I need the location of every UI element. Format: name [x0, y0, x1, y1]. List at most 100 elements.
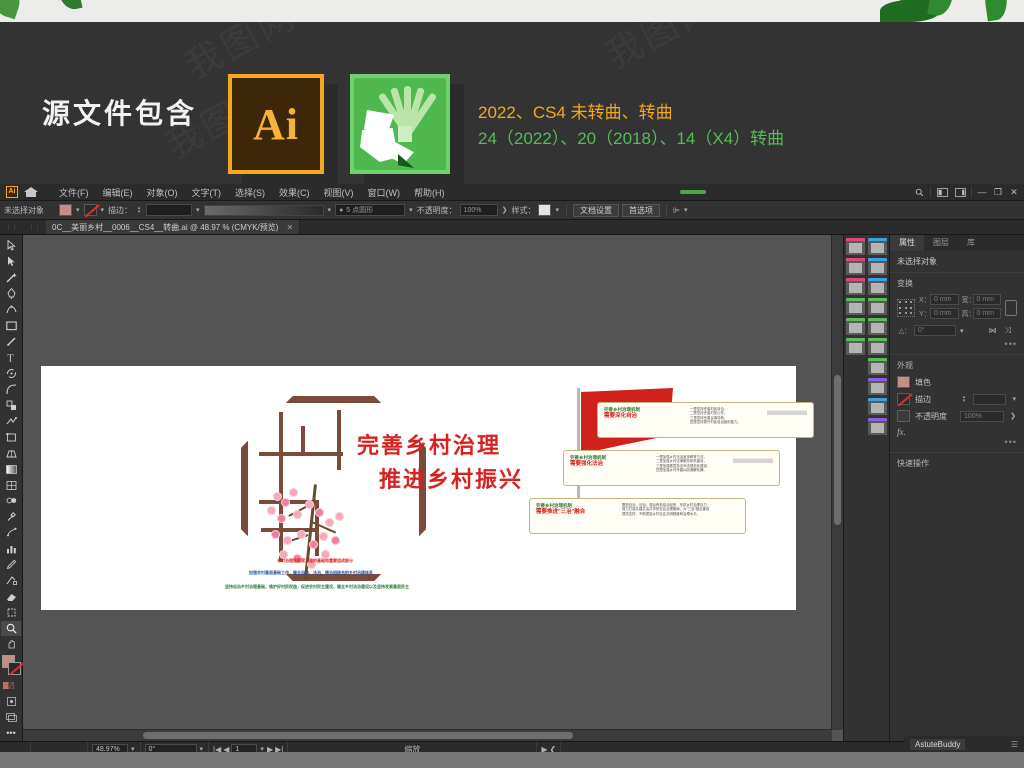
perspective-grid-tool[interactable] — [1, 445, 21, 461]
arc-tool[interactable] — [1, 381, 21, 397]
width-input[interactable]: 0 mm — [972, 294, 1001, 305]
brush-definition-select[interactable]: ● 5 点圆形 — [335, 204, 406, 216]
opacity-flyout-icon[interactable]: ❯ — [501, 206, 509, 214]
stroke-weight-input[interactable] — [146, 204, 193, 216]
rectangle-tool[interactable] — [1, 318, 21, 334]
brush-libraries-panel-icon[interactable] — [867, 398, 887, 415]
scrollbar-thumb[interactable] — [834, 375, 841, 525]
x-input[interactable]: 0 mm — [930, 294, 959, 305]
column-graph-tool[interactable] — [1, 541, 21, 557]
opacity-flyout-icon[interactable]: ❯ — [1009, 412, 1017, 420]
screen-mode-icon[interactable] — [1, 709, 21, 725]
chevron-down-icon[interactable]: ▾ — [554, 206, 560, 214]
menu-item-select[interactable]: 选择(S) — [228, 186, 272, 199]
chevron-down-icon[interactable]: ▾ — [1011, 395, 1017, 403]
brushes-panel-icon[interactable] — [845, 238, 865, 255]
image-trace-panel-icon[interactable] — [845, 258, 865, 275]
color-mode-icons[interactable] — [1, 677, 21, 693]
pencil-panel-icon[interactable] — [867, 278, 887, 295]
menu-item-effect[interactable]: 效果(C) — [272, 186, 317, 199]
chevron-down-icon[interactable]: ▾ — [100, 206, 106, 214]
toolbar-more-icon[interactable]: ••• — [1, 725, 21, 741]
stroke-color-swatch[interactable] — [8, 662, 21, 676]
flip-vertical-icon[interactable]: ⤨ — [1005, 326, 1011, 336]
selection-tool[interactable] — [1, 238, 21, 254]
chevron-down-icon[interactable]: ▾ — [327, 206, 333, 214]
link-proportions-icon[interactable] — [1005, 300, 1017, 316]
eraser-tool[interactable] — [1, 589, 21, 605]
artboard[interactable]: 完善乡村治理 推进乡村振兴 乡村治理是国家治理的基础和重要组成部分 加强农村基层… — [41, 366, 814, 610]
canvas[interactable]: 完善乡村治理 推进乡村振兴 乡村治理是国家治理的基础和重要组成部分 加强农村基层… — [23, 235, 843, 741]
tab-properties[interactable]: 属性 — [890, 235, 924, 251]
flip-horizontal-icon[interactable]: ⋈ — [989, 326, 997, 335]
gradient-libraries-panel-icon[interactable] — [867, 418, 887, 435]
y-input[interactable]: 0 mm — [930, 308, 959, 319]
chevron-down-icon[interactable]: ▾ — [75, 206, 81, 214]
stroke-weight-stepper[interactable]: ▴ ▾ — [135, 204, 143, 216]
drawing-mode-icon[interactable] — [1, 693, 21, 709]
tab-layers[interactable]: 图层 — [924, 235, 958, 251]
close-button[interactable]: ✕ — [1006, 185, 1022, 199]
magic-wand-tool[interactable] — [1, 270, 21, 286]
workspace-switcher-icon[interactable] — [951, 185, 969, 199]
stroke-weight-stepper[interactable]: ▴ ▾ — [960, 393, 968, 405]
fx-icon[interactable]: fx. — [897, 427, 1017, 437]
pathfinder-panel-icon[interactable] — [867, 298, 887, 315]
graphic-style-swatch[interactable] — [538, 204, 552, 216]
mesh-tool[interactable] — [1, 477, 21, 493]
stroke-profile-preview[interactable] — [203, 204, 324, 216]
graph-panel-icon[interactable] — [845, 338, 865, 355]
maximize-button[interactable]: ❐ — [990, 185, 1006, 199]
shape-builder-tool[interactable] — [1, 413, 21, 429]
astutebuddy-label[interactable]: AstuteBuddy — [910, 738, 966, 750]
home-icon[interactable] — [24, 185, 38, 199]
direct-selection-tool[interactable] — [1, 254, 21, 270]
scale-tool[interactable] — [1, 397, 21, 413]
zoom-tool[interactable] — [1, 620, 21, 637]
chevron-down-icon[interactable]: ▾ — [195, 206, 201, 214]
arrange-documents-icon[interactable] — [933, 185, 951, 199]
menu-item-view[interactable]: 视图(V) — [317, 186, 361, 199]
hand-tool[interactable] — [1, 636, 21, 652]
close-icon[interactable]: ✕ — [286, 223, 293, 232]
type-tool[interactable]: T — [1, 350, 21, 366]
preferences-button[interactable]: 首选项 — [621, 203, 660, 217]
scrollbar-thumb[interactable] — [143, 732, 573, 739]
search-icon[interactable] — [910, 185, 928, 199]
symbols-panel-icon[interactable] — [867, 258, 887, 275]
minimize-button[interactable]: — — [974, 185, 990, 199]
appearance-stroke-swatch[interactable] — [897, 393, 910, 405]
horizontal-scrollbar[interactable] — [23, 729, 832, 741]
align-icon[interactable]: ⊫ — [673, 206, 680, 215]
artboard-tool[interactable] — [1, 605, 21, 621]
chevron-down-icon[interactable]: ▾ — [683, 206, 689, 214]
menu-item-type[interactable]: 文字(T) — [185, 186, 229, 199]
chevron-down-icon[interactable]: ▾ — [408, 206, 414, 214]
appearance-stroke-input[interactable] — [973, 393, 1007, 405]
effects-panel-icon[interactable] — [867, 318, 887, 335]
pen-tool[interactable] — [1, 286, 21, 302]
appearance-more-options-icon[interactable]: ••• — [897, 437, 1017, 447]
blend-tool[interactable] — [1, 493, 21, 509]
eyedropper-tool[interactable] — [1, 509, 21, 525]
tab-libraries[interactable]: 库 — [958, 235, 984, 251]
align-panel-icon[interactable] — [867, 358, 887, 375]
paintbrush-tool[interactable] — [1, 334, 21, 350]
swatches-panel-icon[interactable] — [845, 318, 865, 335]
menu-item-help[interactable]: 帮助(H) — [407, 186, 452, 199]
chevron-down-icon[interactable]: ▾ — [959, 327, 965, 335]
appearance-fill-swatch[interactable] — [897, 376, 910, 388]
pen-panel-icon[interactable] — [867, 238, 887, 255]
fill-swatch[interactable] — [59, 204, 72, 216]
menu-item-file[interactable]: 文件(F) — [52, 186, 96, 199]
astutebuddy-extension-bar[interactable]: AstuteBuddy ☰ — [904, 736, 1024, 752]
gradient-tool[interactable] — [1, 461, 21, 477]
add-panel-icon[interactable] — [845, 298, 865, 315]
stroke-swatch[interactable] — [83, 204, 97, 216]
menu-item-window[interactable]: 窗口(W) — [361, 186, 408, 199]
document-tab[interactable]: 0C__美丽乡村__0006__CS4__转曲.ai @ 48.97 % (CM… — [46, 220, 301, 234]
vertical-scrollbar[interactable] — [831, 235, 843, 730]
height-input[interactable]: 0 mm — [972, 308, 1001, 319]
transform-more-options-icon[interactable]: ••• — [897, 339, 1017, 349]
gradient-panel-icon[interactable] — [845, 278, 865, 295]
